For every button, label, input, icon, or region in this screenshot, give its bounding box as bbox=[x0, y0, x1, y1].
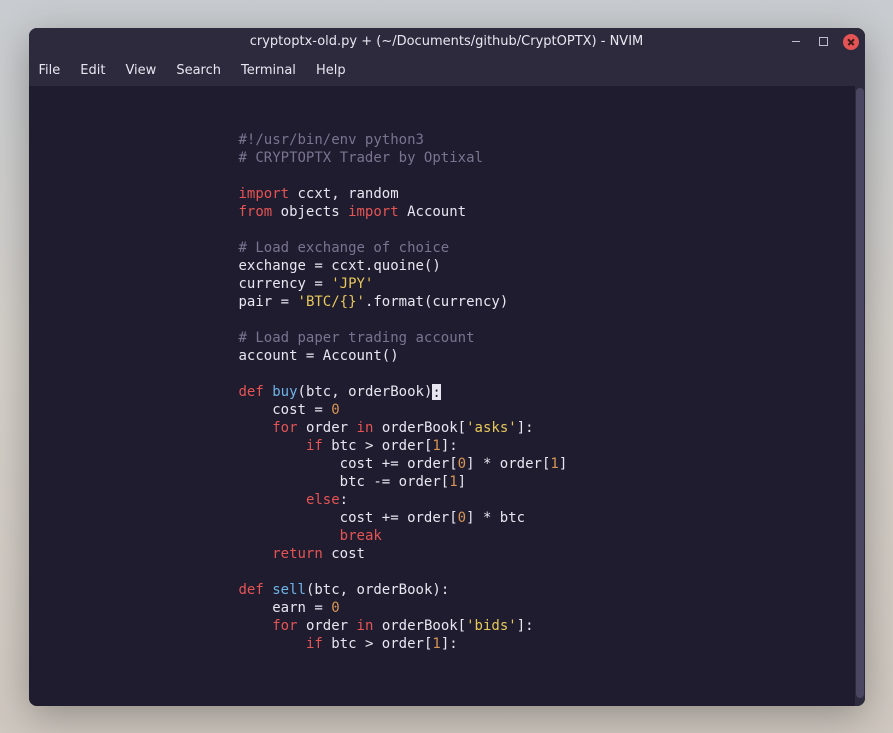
code-number: 0 bbox=[458, 510, 466, 526]
code-keyword: if bbox=[306, 438, 323, 454]
code-text: cost bbox=[323, 546, 365, 562]
code-text: pair = bbox=[239, 294, 298, 310]
code-text: ] * order[ bbox=[466, 456, 550, 472]
code-text: cost = bbox=[239, 402, 332, 418]
code-text: orderBook[ bbox=[373, 420, 466, 436]
code-string: 'asks' bbox=[466, 420, 517, 436]
editor-area: #!/usr/bin/env python3 # CRYPTOPTX Trader… bbox=[29, 86, 865, 706]
code-string: 'bids' bbox=[466, 618, 517, 634]
scrollbar[interactable] bbox=[855, 86, 865, 706]
code-text: ccxt, random bbox=[289, 186, 399, 202]
code-text: orderBook[ bbox=[373, 618, 466, 634]
code-comment: #!/usr/bin/env python3 bbox=[239, 132, 424, 148]
code-text: btc -= order[ bbox=[239, 474, 450, 490]
code-comment: # Load paper trading account bbox=[239, 330, 475, 346]
code-text bbox=[239, 546, 273, 562]
code-text: btc > order[ bbox=[323, 438, 433, 454]
menu-edit[interactable]: Edit bbox=[80, 63, 105, 78]
code-comment: # CRYPTOPTX Trader by Optixal bbox=[239, 150, 483, 166]
code-number: 1 bbox=[432, 438, 440, 454]
code-number: 0 bbox=[331, 600, 339, 616]
code-text: ] bbox=[458, 474, 466, 490]
code-number: 1 bbox=[432, 636, 440, 652]
menubar: File Edit View Search Terminal Help bbox=[29, 56, 865, 86]
code-keyword: return bbox=[272, 546, 323, 562]
code-text: ] * btc bbox=[466, 510, 525, 526]
code-text bbox=[239, 528, 340, 544]
code-text: Account bbox=[399, 204, 466, 220]
code-comment: # Load exchange of choice bbox=[239, 240, 450, 256]
cursor-icon: : bbox=[432, 384, 441, 400]
code-text: ]: bbox=[441, 438, 458, 454]
code-number: 0 bbox=[331, 402, 339, 418]
menu-help[interactable]: Help bbox=[316, 63, 346, 78]
titlebar[interactable]: cryptoptx-old.py + (~/Documents/github/C… bbox=[29, 28, 865, 56]
code-keyword: import bbox=[348, 204, 399, 220]
code-text bbox=[239, 438, 306, 454]
code-text bbox=[239, 618, 273, 634]
code-text: ]: bbox=[517, 420, 534, 436]
code-text bbox=[239, 636, 306, 652]
menu-view[interactable]: View bbox=[125, 63, 156, 78]
code-editor[interactable]: #!/usr/bin/env python3 # CRYPTOPTX Trader… bbox=[29, 86, 855, 706]
code-function: buy bbox=[264, 384, 298, 400]
code-text: order bbox=[298, 618, 357, 634]
code-text: ] bbox=[559, 456, 567, 472]
code-text: currency = bbox=[239, 276, 332, 292]
menu-terminal[interactable]: Terminal bbox=[241, 63, 296, 78]
code-text: account = Account() bbox=[239, 348, 399, 364]
code-text: (btc, orderBook) bbox=[298, 384, 433, 400]
code-text: .format(currency) bbox=[365, 294, 508, 310]
menu-file[interactable]: File bbox=[39, 63, 61, 78]
code-keyword: def bbox=[239, 582, 264, 598]
code-text: ]: bbox=[441, 636, 458, 652]
code-text: : bbox=[340, 492, 348, 508]
code-text: (btc, orderBook): bbox=[306, 582, 449, 598]
maximize-icon[interactable] bbox=[815, 33, 833, 51]
code-keyword: break bbox=[340, 528, 382, 544]
code-number: 0 bbox=[458, 456, 466, 472]
code-keyword: for bbox=[272, 618, 297, 634]
code-keyword: for bbox=[272, 420, 297, 436]
code-keyword: def bbox=[239, 384, 264, 400]
code-text bbox=[239, 420, 273, 436]
code-text: exchange = ccxt.quoine() bbox=[239, 258, 441, 274]
code-number: 1 bbox=[550, 456, 558, 472]
window-title: cryptoptx-old.py + (~/Documents/github/C… bbox=[250, 34, 644, 49]
code-text: order bbox=[298, 420, 357, 436]
code-text: cost += order[ bbox=[239, 456, 458, 472]
close-icon[interactable] bbox=[843, 34, 859, 50]
window-controls bbox=[787, 33, 859, 51]
minimize-icon[interactable] bbox=[787, 33, 805, 51]
code-text: cost += order[ bbox=[239, 510, 458, 526]
code-text: ]: bbox=[517, 618, 534, 634]
code-keyword: in bbox=[357, 618, 374, 634]
code-string: 'JPY' bbox=[331, 276, 373, 292]
scrollbar-thumb[interactable] bbox=[856, 88, 864, 698]
code-function: sell bbox=[264, 582, 306, 598]
code-text: earn = bbox=[239, 600, 332, 616]
code-text: objects bbox=[272, 204, 348, 220]
code-text: btc > order[ bbox=[323, 636, 433, 652]
code-keyword: if bbox=[306, 636, 323, 652]
code-number: 1 bbox=[449, 474, 457, 490]
terminal-window: cryptoptx-old.py + (~/Documents/github/C… bbox=[29, 28, 865, 706]
code-text bbox=[239, 492, 306, 508]
code-keyword: from bbox=[239, 204, 273, 220]
code-string: 'BTC/{}' bbox=[298, 294, 365, 310]
code-keyword: in bbox=[357, 420, 374, 436]
code-keyword: else bbox=[306, 492, 340, 508]
code-keyword: import bbox=[239, 186, 290, 202]
menu-search[interactable]: Search bbox=[176, 63, 221, 78]
